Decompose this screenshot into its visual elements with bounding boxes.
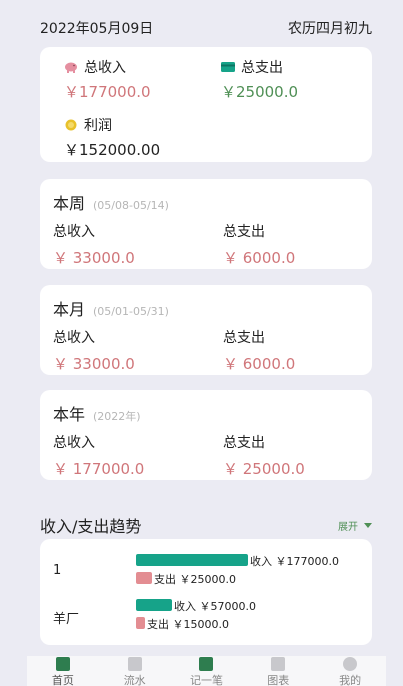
total-expense: 总支出 ￥25000.0: [221, 57, 298, 102]
period-range: (05/08-05/14): [93, 199, 169, 212]
tab-label: 流水: [123, 674, 146, 686]
expense-bar-label: 支出 ￥25000.0: [154, 573, 236, 586]
trend-row[interactable]: 1 收入 ￥177000.0 支出 ￥25000.0: [40, 553, 372, 597]
list-icon: [127, 657, 142, 671]
period-expense-value: ￥ 6000.0: [223, 355, 296, 373]
period-range: (05/01-05/31): [93, 305, 169, 318]
year-card[interactable]: 本年 (2022年) 总收入 ￥ 177000.0 总支出 ￥ 25000.0: [40, 390, 372, 480]
bottom-tab-bar: 首页 流水 记一笔 图表 我的: [27, 656, 386, 686]
tab-label: 记一笔: [189, 674, 223, 686]
income-bar-label: 收入 ￥57000.0: [174, 600, 256, 613]
income-bar: [136, 554, 248, 566]
tab-label: 我的: [339, 674, 362, 686]
expense-bar: [136, 572, 152, 584]
trend-card: 1 收入 ￥177000.0 支出 ￥25000.0 羊厂 收入 ￥57000.…: [40, 539, 372, 645]
trend-row[interactable]: 羊厂 收入 ￥57000.0 支出 ￥15000.0: [40, 598, 372, 642]
date-header: 2022年05月09日 农历四月初九: [40, 18, 372, 38]
coin-icon: [65, 119, 77, 131]
expand-label: 展开: [338, 521, 358, 533]
tab-profile[interactable]: 我的: [320, 656, 380, 686]
week-card[interactable]: 本周 (05/08-05/14) 总收入 ￥ 33000.0 总支出 ￥ 600…: [40, 179, 372, 269]
period-expense-value: ￥ 6000.0: [223, 249, 296, 267]
total-expense-label: 总支出: [241, 60, 283, 76]
chart-icon: [271, 657, 286, 671]
total-income-label: 总收入: [84, 60, 126, 76]
period-title: 本年: [53, 405, 86, 424]
expand-button[interactable]: 展开: [338, 518, 372, 533]
piggy-bank-icon: [65, 62, 77, 73]
period-income-label: 总收入: [53, 330, 95, 346]
profit: 利润 ￥152000.00: [64, 115, 160, 160]
total-income-value: ￥177000.0: [64, 83, 151, 101]
period-income-value: ￥ 177000.0: [53, 460, 145, 478]
current-date: 2022年05月09日: [40, 21, 154, 37]
home-icon: [55, 657, 70, 671]
income-bar-label: 收入 ￥177000.0: [250, 555, 339, 568]
chevron-down-icon: [364, 522, 372, 528]
month-card[interactable]: 本月 (05/01-05/31) 总收入 ￥ 33000.0 总支出 ￥ 600…: [40, 285, 372, 375]
period-expense-label: 总支出: [223, 435, 265, 451]
total-expense-value: ￥25000.0: [221, 83, 299, 101]
lunar-date: 农历四月初九: [288, 21, 372, 37]
period-title: 本月: [53, 300, 86, 319]
tab-label: 图表: [267, 674, 290, 686]
trend-header: 收入/支出趋势 展开: [40, 513, 372, 537]
period-income-label: 总收入: [53, 435, 95, 451]
expense-bar-label: 支出 ￥15000.0: [147, 618, 229, 631]
period-title: 本周: [53, 194, 86, 213]
tab-label: 首页: [51, 674, 74, 686]
profit-value: ￥152000.00: [64, 141, 161, 159]
trend-row-name: 1: [53, 563, 62, 578]
tab-home[interactable]: 首页: [33, 656, 93, 686]
profile-icon: [343, 657, 358, 671]
profit-label: 利润: [84, 118, 112, 134]
add-record-icon: [199, 657, 214, 671]
income-bar: [136, 599, 172, 611]
period-income-label: 总收入: [53, 224, 95, 240]
trend-row-name: 羊厂: [53, 612, 80, 627]
period-income-value: ￥ 33000.0: [53, 355, 135, 373]
expense-bar: [136, 617, 145, 629]
tab-flow[interactable]: 流水: [105, 656, 165, 686]
period-expense-label: 总支出: [223, 224, 265, 240]
total-income: 总收入 ￥177000.0: [64, 57, 151, 102]
period-income-value: ￥ 33000.0: [53, 249, 135, 267]
period-expense-label: 总支出: [223, 330, 265, 346]
period-range: (2022年): [93, 410, 141, 423]
tab-chart[interactable]: 图表: [248, 656, 308, 686]
summary-card: 总收入 ￥177000.0 总支出 ￥25000.0 利润 ￥152000.00: [40, 47, 372, 162]
trend-title: 收入/支出趋势: [40, 517, 142, 536]
tab-add-record[interactable]: 记一笔: [176, 656, 236, 686]
period-expense-value: ￥ 25000.0: [223, 460, 305, 478]
card-icon: [221, 62, 235, 72]
